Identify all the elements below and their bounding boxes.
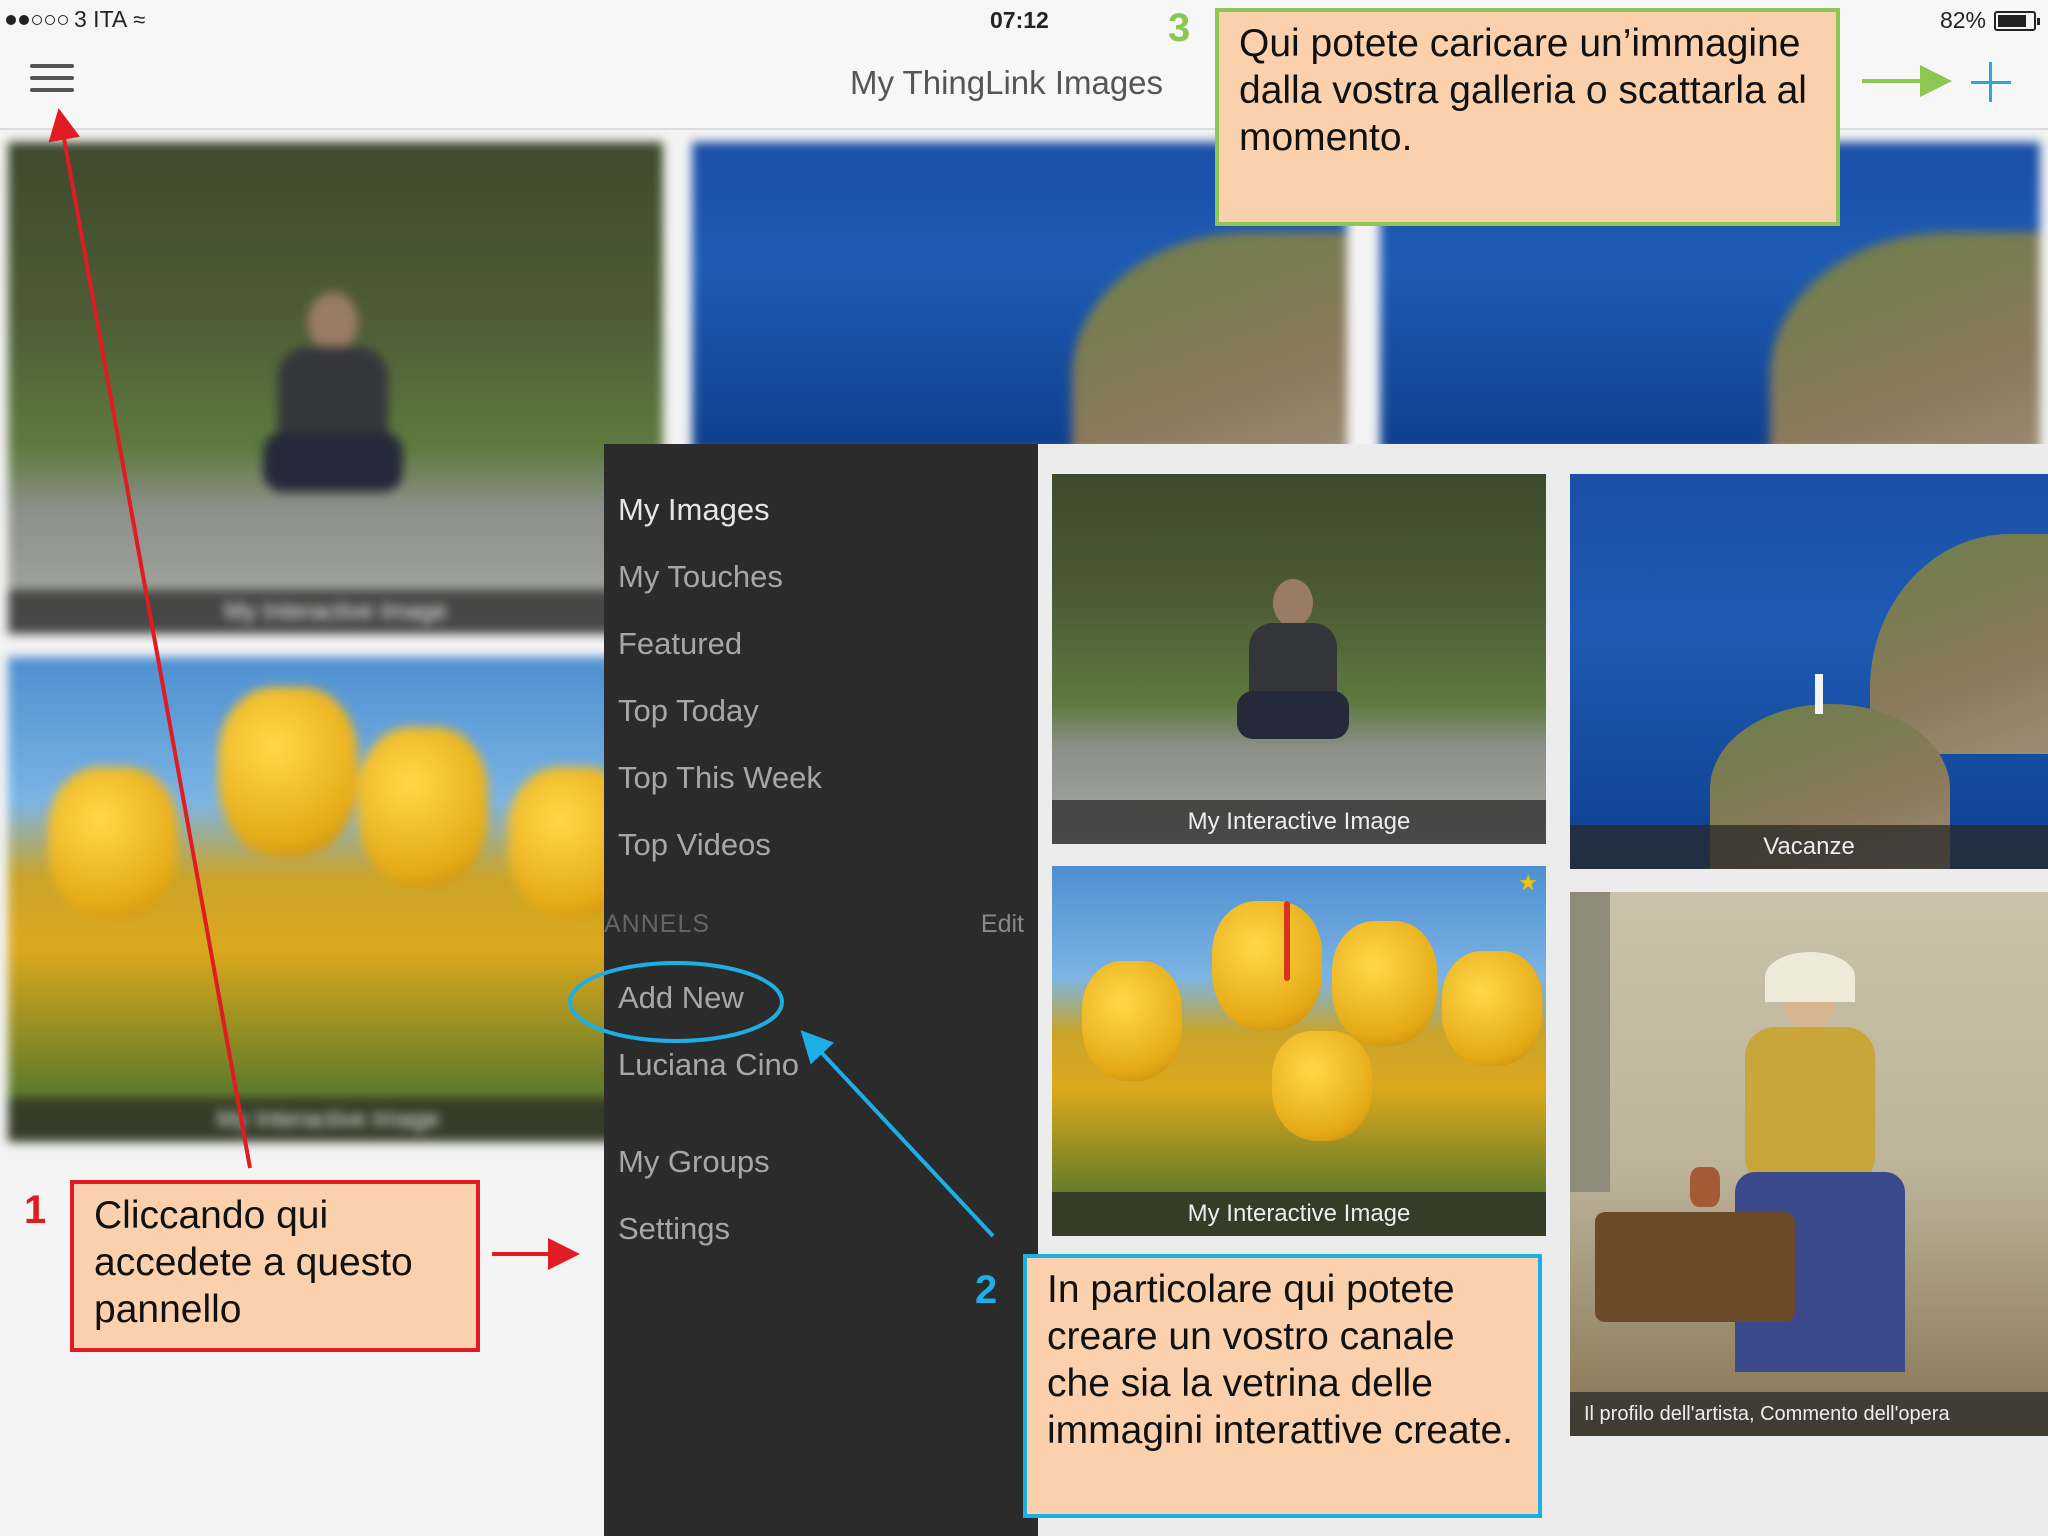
carrier-label: 3 ITA bbox=[74, 6, 128, 32]
menu-item-channel-luciana-cino[interactable]: Luciana Cino bbox=[618, 1047, 799, 1083]
star-icon: ★ bbox=[1518, 870, 1538, 895]
image-tile[interactable]: Il profilo dell'artista, Commento dell'o… bbox=[1570, 892, 2048, 1436]
channels-edit-button[interactable]: Edit bbox=[981, 910, 1024, 939]
image-caption: Il profilo dell'artista, Commento dell'o… bbox=[1570, 1392, 2048, 1436]
image-caption: My Interactive Image bbox=[1052, 800, 1546, 844]
wifi-icon: ≈ bbox=[133, 6, 146, 32]
menu-item-top-this-week[interactable]: Top This Week bbox=[618, 760, 822, 796]
image-tile[interactable]: Vacanze bbox=[1570, 474, 2048, 869]
side-menu-panel: My Images My Touches Featured Top Today … bbox=[604, 444, 1038, 1536]
image-tile[interactable]: My Interactive Image bbox=[1052, 474, 1546, 844]
page-title: My ThingLink Images bbox=[850, 64, 1164, 101]
annotation-callout-1: Cliccando qui accedete a questo pannello bbox=[70, 1180, 480, 1352]
menu-item-top-today[interactable]: Top Today bbox=[618, 693, 759, 729]
channels-section-label: ANNELS bbox=[604, 910, 711, 938]
menu-item-top-videos[interactable]: Top Videos bbox=[618, 827, 771, 863]
menu-item-add-new-channel[interactable]: Add New bbox=[618, 980, 744, 1016]
menu-item-featured[interactable]: Featured bbox=[618, 626, 742, 662]
background-tile-boy: My Interactive Image bbox=[8, 142, 663, 634]
clock: 07:12 bbox=[990, 7, 1049, 33]
image-caption: Vacanze bbox=[1570, 825, 2048, 869]
tile-caption: My Interactive Image bbox=[8, 1098, 648, 1142]
battery-percent: 82% bbox=[1939, 7, 1986, 33]
battery-icon bbox=[1994, 10, 2040, 31]
annotation-number-3: 3 bbox=[1168, 6, 1191, 50]
signal-strength-icon bbox=[6, 14, 68, 25]
menu-item-my-touches[interactable]: My Touches bbox=[618, 559, 783, 595]
annotation-callout-2: In particolare qui potete creare un vost… bbox=[1023, 1254, 1542, 1518]
image-caption: My Interactive Image bbox=[1052, 1192, 1546, 1236]
annotation-callout-3: Qui potete caricare un’immagine dalla vo… bbox=[1215, 8, 1840, 226]
image-tile[interactable]: ★ My Interactive Image bbox=[1052, 866, 1546, 1236]
hamburger-menu-button[interactable] bbox=[30, 64, 74, 104]
menu-item-my-images[interactable]: My Images bbox=[618, 492, 770, 528]
hamburger-icon bbox=[30, 64, 74, 68]
annotation-number-2: 2 bbox=[975, 1268, 998, 1312]
background-tile-tulips: My Interactive Image bbox=[8, 657, 648, 1142]
menu-item-my-groups[interactable]: My Groups bbox=[618, 1144, 770, 1180]
add-image-button[interactable] bbox=[1966, 58, 2016, 108]
annotation-number-1: 1 bbox=[24, 1188, 47, 1232]
tile-caption: My Interactive Image bbox=[8, 590, 663, 634]
menu-item-settings[interactable]: Settings bbox=[618, 1211, 730, 1247]
